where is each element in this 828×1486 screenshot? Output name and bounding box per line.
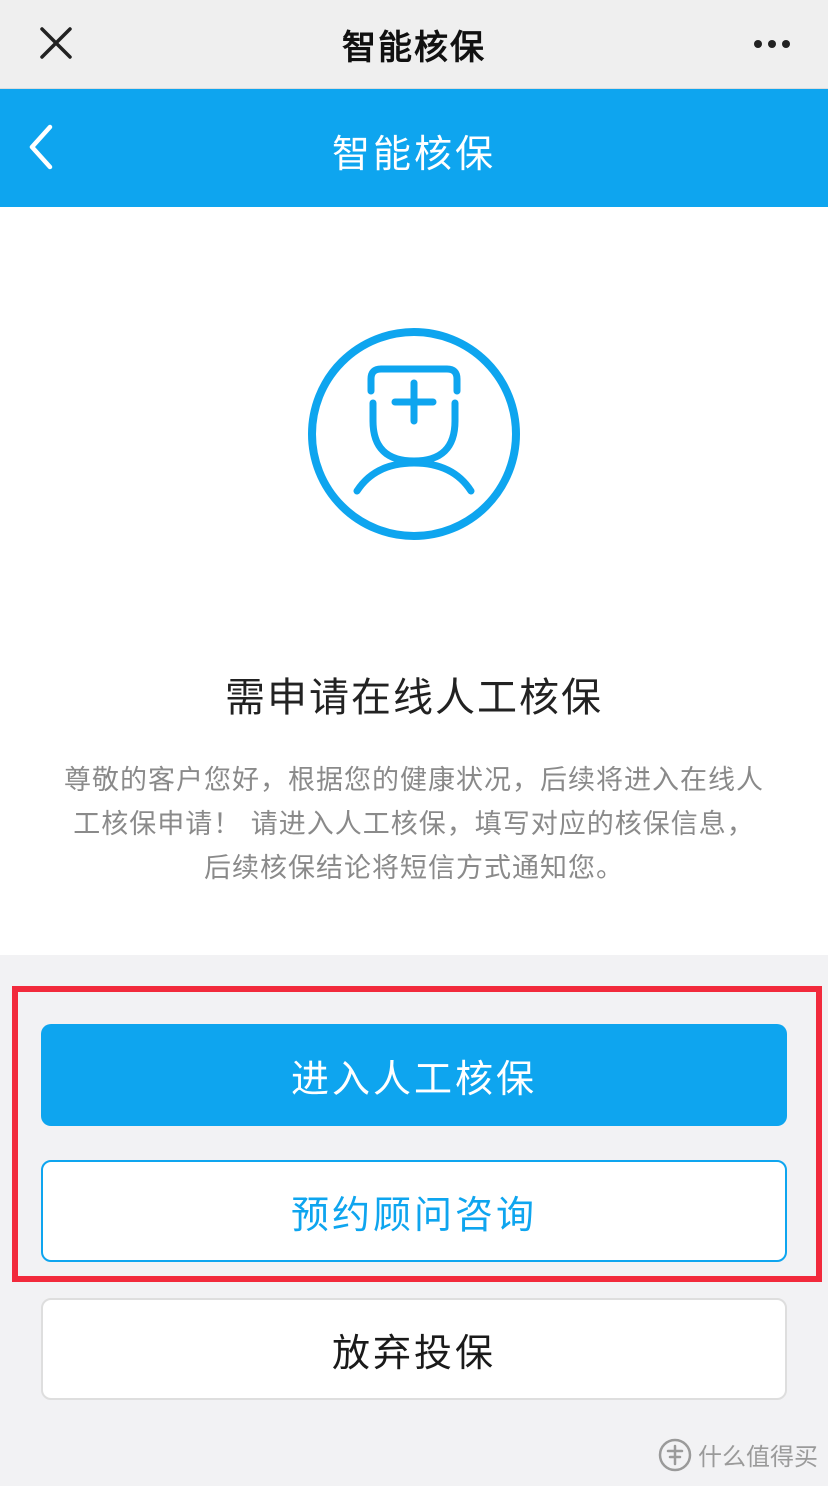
wechat-title-bar: 智能核保	[0, 0, 828, 89]
content-panel: 需申请在线人工核保 尊敬的客户您好，根据您的健康状况，后续将进入在线人工核保申请…	[0, 207, 828, 955]
more-dots-icon[interactable]	[752, 32, 792, 56]
book-advisor-button[interactable]: 预约顾问咨询	[41, 1160, 787, 1262]
enter-manual-underwriting-button[interactable]: 进入人工核保	[41, 1024, 787, 1126]
watermark: 什么值得买	[658, 1437, 818, 1472]
status-headline: 需申请在线人工核保	[225, 675, 603, 721]
status-description: 尊敬的客户您好，根据您的健康状况，后续将进入在线人工核保申请！ 请进入人工核保，…	[64, 765, 764, 884]
abandon-insurance-button[interactable]: 放弃投保	[41, 1298, 787, 1400]
watermark-text: 什么值得买	[698, 1443, 818, 1471]
smzdm-logo-icon	[658, 1438, 692, 1471]
app-header: 智能核保	[0, 89, 828, 207]
doctor-avatar-icon	[308, 328, 520, 540]
app-title: 智能核保	[331, 132, 496, 176]
wechat-page-title: 智能核保	[342, 28, 486, 68]
